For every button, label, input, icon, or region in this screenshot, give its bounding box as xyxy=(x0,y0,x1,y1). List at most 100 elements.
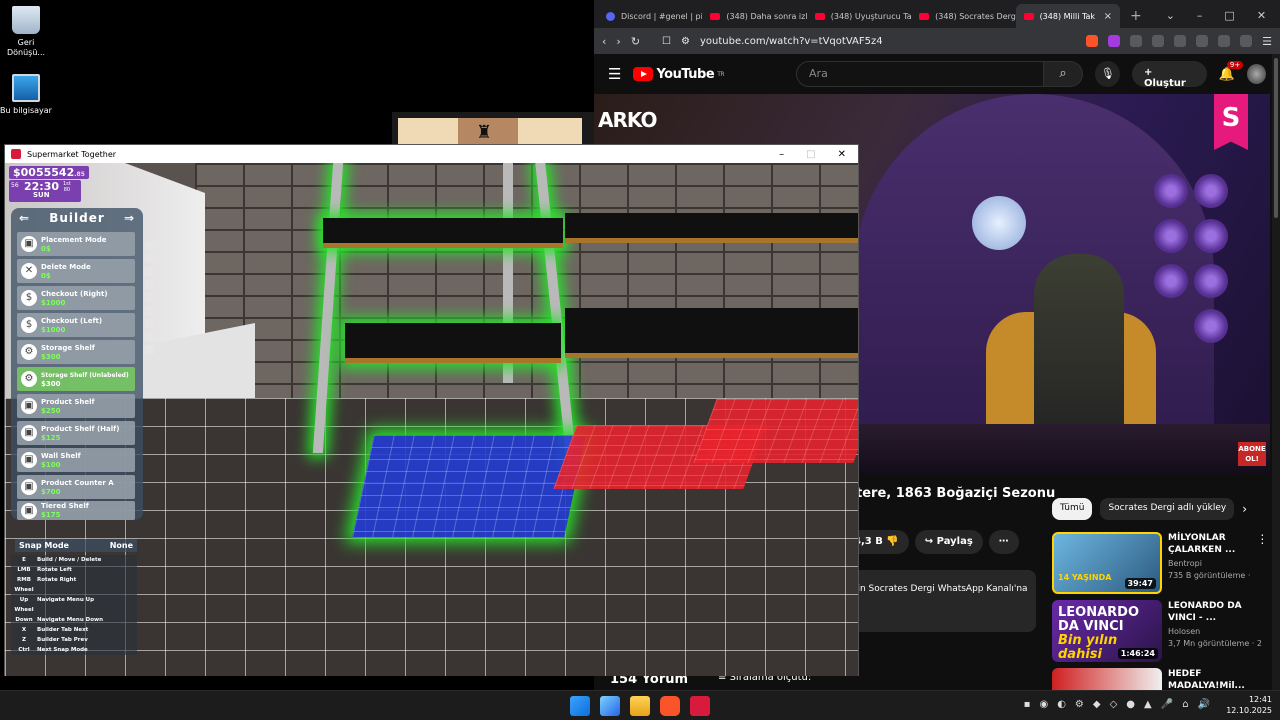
scrollbar-thumb[interactable] xyxy=(1274,58,1278,218)
builder-item-delete-mode[interactable]: ✕ Delete Mode 0$ xyxy=(17,259,135,283)
music-icon[interactable] xyxy=(1152,35,1165,47)
maximize-button[interactable]: □ xyxy=(806,149,815,160)
youtube-logo[interactable]: YouTube TR xyxy=(633,67,725,82)
brave-browser-icon[interactable] xyxy=(660,696,680,716)
search-button[interactable]: ⌕ xyxy=(1043,61,1084,87)
builder-item-product-shelf-half[interactable]: ▣ Product Shelf (Half) $125 xyxy=(17,421,135,445)
video-thumbnail[interactable]: 14 YAŞINDA 39:47 xyxy=(1052,532,1162,594)
tab-video-1[interactable]: (348) Uyuşturucu Tac xyxy=(807,4,911,28)
hamburger-menu-icon[interactable]: ☰ xyxy=(608,65,621,83)
share-button[interactable]: ↪ Paylaş xyxy=(914,530,983,554)
game-viewport[interactable]: $0055542.85 56 22:30 SUN 1st 80 ⇐ Builder… xyxy=(5,163,858,676)
tab-icon[interactable] xyxy=(145,319,154,328)
extension-icon[interactable] xyxy=(1130,35,1143,47)
create-button[interactable]: + Oluştur xyxy=(1132,61,1207,89)
desktop-icon-recycle-bin[interactable]: Geri Dönüşü... xyxy=(0,6,52,58)
chip-all[interactable]: Tümü xyxy=(1052,498,1093,520)
voice-search-button[interactable]: 🎙 xyxy=(1095,61,1120,87)
builder-item-tiered-shelf[interactable]: ▣ Tiered Shelf $175 xyxy=(17,501,135,520)
more-actions-button[interactable]: ⋯ xyxy=(988,530,1019,554)
tab-active-video[interactable]: (348) Milli Tak × xyxy=(1015,4,1120,28)
builder-item-wall-shelf[interactable]: ▣ Wall Shelf $100 xyxy=(17,448,135,472)
reload-icon[interactable]: ↻ xyxy=(631,35,640,48)
tray-brave-icon[interactable]: ◉ xyxy=(1039,699,1048,710)
channel-name[interactable]: Bentropi xyxy=(1168,558,1250,570)
tray-nvidia-icon[interactable]: ▪ xyxy=(1024,699,1031,710)
tab-icon[interactable] xyxy=(145,345,154,354)
recommendation-item[interactable]: LEONARDO DA VINCI Bin yılın dahisi 1:46:… xyxy=(1052,600,1280,664)
desktop-icon-this-pc[interactable]: Bu bilgisayar xyxy=(0,74,52,116)
url-field[interactable]: ☐ ⚙ youtube.com/watch?v=tVqotVAF5z4 xyxy=(650,31,1076,51)
chevron-right-icon[interactable]: › xyxy=(1242,502,1247,516)
minimize-button[interactable]: – xyxy=(779,149,784,160)
widgets-icon[interactable] xyxy=(600,696,620,716)
tray-app-icon[interactable]: ▲ xyxy=(1144,699,1152,710)
close-window-button[interactable]: ✕ xyxy=(838,149,846,160)
tab-icon[interactable] xyxy=(145,306,154,315)
page-scrollbar[interactable] xyxy=(1272,54,1280,690)
close-tab-icon[interactable]: × xyxy=(1104,11,1112,22)
tab-watch-later[interactable]: (348) Daha sonra izle xyxy=(702,4,807,28)
tray-microphone-icon[interactable]: 🎤 xyxy=(1161,699,1173,710)
tab-icon[interactable] xyxy=(145,267,154,276)
tab-icon[interactable] xyxy=(145,280,154,289)
subscribe-badge[interactable]: ABONE OL! xyxy=(1238,442,1266,466)
tab-video-2[interactable]: (348) Socrates Dergi xyxy=(911,4,1016,28)
chip-channel[interactable]: Socrates Dergi adlı yükley xyxy=(1100,498,1235,520)
tray-app-icon[interactable]: ● xyxy=(1126,699,1135,710)
tab-icon[interactable] xyxy=(145,293,154,302)
taskbar-clock[interactable]: 12:41 12.10.2025 xyxy=(1226,694,1272,716)
minimize-button[interactable]: – xyxy=(1197,9,1203,22)
arrow-right-icon[interactable]: ⇒ xyxy=(124,211,135,225)
notifications-button[interactable]: 🔔 9+ xyxy=(1219,60,1244,82)
tray-app-icon[interactable]: ◇ xyxy=(1110,699,1118,710)
tab-search-icon[interactable]: ⌄ xyxy=(1166,9,1175,22)
recommendation-item[interactable]: 14 YAŞINDA 39:47 MİLYONLAR ÇALARKEN ... … xyxy=(1052,532,1268,596)
tab-discord[interactable]: Discord | #genel | pi... xyxy=(598,4,702,28)
dislike-icon[interactable]: 👎 xyxy=(886,536,898,547)
start-button[interactable] xyxy=(570,696,590,716)
recommendation-item[interactable]: HEDEF MADALYA!Mil... xyxy=(1052,668,1262,690)
back-icon[interactable]: ‹ xyxy=(602,35,606,48)
builder-item-product-counter-a[interactable]: ▣ Product Counter A $700 xyxy=(17,475,135,499)
video-thumbnail[interactable]: LEONARDO DA VINCI Bin yılın dahisi 1:46:… xyxy=(1052,600,1162,662)
builder-item-product-shelf[interactable]: ▣ Product Shelf $250 xyxy=(17,394,135,418)
bookmark-icon[interactable]: ☐ xyxy=(662,36,671,47)
tray-steam-icon[interactable]: ◐ xyxy=(1057,699,1066,710)
tray-app-icon[interactable]: ⚙ xyxy=(1075,699,1084,710)
builder-item-storage-shelf[interactable]: ⚙ Storage Shelf $300 xyxy=(17,340,135,364)
background-chess-window[interactable]: ♜ xyxy=(392,112,598,146)
search-input[interactable]: Ara xyxy=(796,61,1044,87)
brave-shield-icon[interactable] xyxy=(1086,35,1099,47)
recommendation-title[interactable]: LEONARDO DA VINCI - ... xyxy=(1168,600,1262,624)
vpn-icon[interactable] xyxy=(1240,35,1253,47)
tab-icon[interactable] xyxy=(145,254,154,263)
new-tab-button[interactable]: + xyxy=(1120,8,1152,28)
arrow-left-icon[interactable]: ⇐ xyxy=(19,211,30,225)
channel-name[interactable]: Holosen xyxy=(1168,626,1262,638)
wallet-icon[interactable] xyxy=(1196,35,1209,47)
supermarket-together-icon[interactable] xyxy=(690,696,710,716)
tray-network-icon[interactable]: ⌂ xyxy=(1182,699,1188,710)
description-box[interactable]: için Socrates Dergi WhatsApp Kanalı'na xyxy=(844,570,1036,632)
builder-item-checkout-right[interactable]: $ Checkout (Right) $1000 xyxy=(17,286,135,310)
video-thumbnail[interactable] xyxy=(1052,668,1162,690)
recommendation-title[interactable]: HEDEF MADALYA!Mil... xyxy=(1168,668,1262,690)
sidebar-icon[interactable] xyxy=(1174,35,1187,47)
more-options-icon[interactable]: ⋮ xyxy=(1256,532,1268,596)
maximize-button[interactable]: □ xyxy=(1224,9,1234,22)
tab-icon[interactable] xyxy=(145,332,154,341)
builder-item-checkout-left[interactable]: $ Checkout (Left) $1000 xyxy=(17,313,135,337)
tray-volume-icon[interactable]: 🔊 xyxy=(1198,699,1210,710)
leo-ai-icon[interactable] xyxy=(1218,35,1231,47)
brave-rewards-icon[interactable] xyxy=(1108,35,1121,47)
file-explorer-icon[interactable] xyxy=(630,696,650,716)
builder-item-storage-shelf-unlabeled[interactable]: ⚙ Storage Shelf (Unlabeled) $300 xyxy=(17,367,135,391)
site-info-icon[interactable]: ⚙ xyxy=(681,36,690,47)
store-tab-icon[interactable] xyxy=(145,241,154,250)
menu-icon[interactable]: ☰ xyxy=(1262,35,1272,48)
builder-item-placement-mode[interactable]: ▣ Placement Mode 0$ xyxy=(17,232,135,256)
forward-icon[interactable]: › xyxy=(616,35,620,48)
tray-app-icon[interactable]: ◆ xyxy=(1093,699,1101,710)
game-titlebar[interactable]: Supermarket Together – □ ✕ xyxy=(5,145,858,163)
